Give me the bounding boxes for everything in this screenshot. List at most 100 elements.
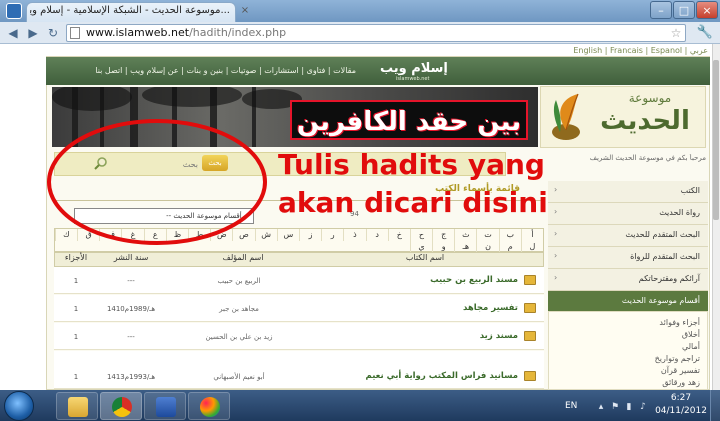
tab-close-icon[interactable]: × <box>238 4 252 18</box>
alphabet-letter[interactable]: ت <box>476 229 498 241</box>
paint-icon <box>200 397 220 417</box>
sidebar-item-label: آرائكم ومقترحاتكم <box>638 274 700 283</box>
alphabet-letter[interactable]: ح <box>409 229 432 241</box>
taskbar-paint[interactable] <box>188 392 230 420</box>
word-icon <box>156 397 176 417</box>
sidebar-item-feedback[interactable]: آرائكم ومقترحاتكم ‹ <box>548 269 708 291</box>
islamweb-favicon-icon <box>6 3 22 19</box>
logo-word-hadith: الحديث <box>600 106 690 136</box>
forward-button[interactable]: ▶ <box>24 24 42 42</box>
book-name[interactable]: مسند زيد <box>354 331 518 341</box>
sidebar-item-advanced-narrator-search[interactable]: البحث المتقدم للرواة ‹ <box>548 247 708 269</box>
table-row[interactable]: مسانيد فراس المكتب رواية أبي نعيم أبو نع… <box>54 351 544 389</box>
table-row[interactable]: مسند الربيع بن حبيب الربيع بن حبيب --- 1 <box>54 267 544 294</box>
book-author[interactable]: زيد بن علي بن الحسين <box>184 333 294 341</box>
sidebar-item-label: رواة الحديث <box>659 208 700 217</box>
chevron-left-icon: ‹ <box>554 251 558 260</box>
alphabet-letter[interactable]: ز <box>298 229 321 241</box>
table-row[interactable]: مسند زيد زيد بن علي بن الحسين --- 1 <box>54 323 544 350</box>
book-year: 1413هـ/1993م <box>106 373 156 381</box>
book-parts: 1 <box>73 277 79 285</box>
column-header-author: اسم المؤلف <box>222 253 264 262</box>
page-icon <box>70 27 80 39</box>
annotation-circle <box>47 119 267 245</box>
section-link[interactable]: تراجم وتواريخ <box>560 354 700 363</box>
islamweb-logo-subtext: islamweb.net <box>396 76 430 82</box>
book-icon <box>524 303 536 313</box>
top-navigation-links[interactable]: مقالات | فتاوى | استشارات | صوتيات | بني… <box>80 66 356 75</box>
book-author[interactable]: الربيع بن حبيب <box>184 277 294 285</box>
banner-headline: بين حقد الكافرين <box>290 100 528 140</box>
clock-date[interactable]: 04/11/2012 <box>655 406 707 416</box>
sections-heading: أقسام موسوعة الحديث <box>548 291 708 311</box>
url-path: /hadith/index.php <box>189 26 287 39</box>
section-link[interactable]: أجزاء وفوائد <box>560 318 700 327</box>
clock-time[interactable]: 6:27 <box>655 393 707 403</box>
volume-icon[interactable]: ♪ <box>638 402 648 412</box>
chevron-left-icon: ‹ <box>554 229 558 238</box>
book-author[interactable]: أبو نعيم الأصبهاني <box>184 373 294 381</box>
alphabet-letter[interactable]: د <box>365 229 388 241</box>
alphabet-letter[interactable]: ج <box>432 229 454 241</box>
chevron-left-icon: ‹ <box>554 185 558 194</box>
alphabet-letter[interactable]: ب <box>498 229 521 241</box>
book-parts: 1 <box>73 373 79 381</box>
folder-icon <box>68 397 88 417</box>
column-header-year: سنة النشر <box>113 253 149 262</box>
sidebar-item-label: البحث المتقدم للرواة <box>630 252 700 261</box>
minimize-button[interactable]: – <box>650 1 672 19</box>
book-name[interactable]: تفسير مجاهد <box>354 303 518 313</box>
alphabet-letter[interactable]: أ <box>520 229 543 241</box>
bookmark-star-icon[interactable]: ☆ <box>668 24 684 42</box>
url-text[interactable]: www.islamweb.net/hadith/index.php <box>86 26 286 39</box>
chevron-left-icon: ‹ <box>554 273 558 282</box>
alphabet-letter[interactable]: ر <box>321 229 343 241</box>
book-icon <box>524 275 536 285</box>
section-link[interactable]: تفسير قرآن <box>560 366 700 375</box>
sidebar-item-narrators[interactable]: رواة الحديث ‹ <box>548 203 708 225</box>
language-indicator[interactable]: EN <box>565 401 577 411</box>
alphabet-letter[interactable]: س <box>276 229 299 241</box>
book-parts: 1 <box>73 305 79 313</box>
network-icon[interactable]: ▮ <box>624 402 634 412</box>
alphabet-letter[interactable]: ذ <box>343 229 365 241</box>
sidebar-item-advanced-hadith-search[interactable]: البحث المتقدم للحديث ‹ <box>548 225 708 247</box>
sidebar-item-books[interactable]: الكتب ‹ <box>548 181 708 203</box>
column-header-name: اسم الكتاب <box>405 253 445 262</box>
flag-icon[interactable]: ⚑ <box>610 402 620 412</box>
close-window-button[interactable]: × <box>696 1 718 19</box>
language-links[interactable]: English | Francais | Espanol | عربي <box>500 46 708 55</box>
book-author[interactable]: مجاهد بن جبر <box>184 305 294 313</box>
book-name[interactable]: مسانيد فراس المكتب رواية أبي نعيم <box>304 371 518 381</box>
url-host: www.islamweb.net <box>86 26 190 39</box>
column-header-parts: الأجزاء <box>64 253 88 262</box>
book-year: --- <box>127 277 135 285</box>
reload-button[interactable]: ↻ <box>44 24 62 42</box>
start-button[interactable] <box>4 391 34 421</box>
islamweb-logo-text: إسلام ويب <box>380 61 448 76</box>
back-button[interactable]: ◀ <box>4 24 22 42</box>
alphabet-letter[interactable]: خ <box>387 229 410 241</box>
show-desktop-button[interactable] <box>710 390 720 421</box>
section-link[interactable]: زهد ورقائق <box>560 378 700 387</box>
table-row[interactable]: تفسير مجاهد مجاهد بن جبر 1410هـ/1989م 1 <box>54 295 544 322</box>
alphabet-letter[interactable]: ث <box>454 229 476 241</box>
scrollbar-thumb[interactable] <box>713 60 719 220</box>
wrench-menu-icon[interactable]: 🔧 <box>696 24 714 42</box>
taskbar-chrome[interactable] <box>100 392 142 420</box>
book-parts: 1 <box>73 333 79 341</box>
section-link[interactable]: أمالي <box>560 342 700 351</box>
section-link[interactable]: أخلاق <box>560 330 700 339</box>
book-name[interactable]: مسند الربيع بن حبيب <box>354 275 518 285</box>
tray-arrow-icon[interactable]: ▴ <box>596 402 606 412</box>
taskbar-explorer[interactable] <box>56 392 98 420</box>
book-year: 1410هـ/1989م <box>106 305 156 313</box>
tab-title: ...موسوعة الحديث - الشبكة الإسلامية - إس… <box>30 5 230 16</box>
taskbar-word[interactable] <box>144 392 186 420</box>
book-icon <box>524 371 536 381</box>
maximize-button[interactable]: □ <box>673 1 695 19</box>
sidebar-item-label: البحث المتقدم للحديث <box>625 230 700 239</box>
book-icon <box>524 331 536 341</box>
islamweb-logo[interactable]: إسلام ويب islamweb.net <box>372 60 464 82</box>
book-year: --- <box>127 333 135 341</box>
